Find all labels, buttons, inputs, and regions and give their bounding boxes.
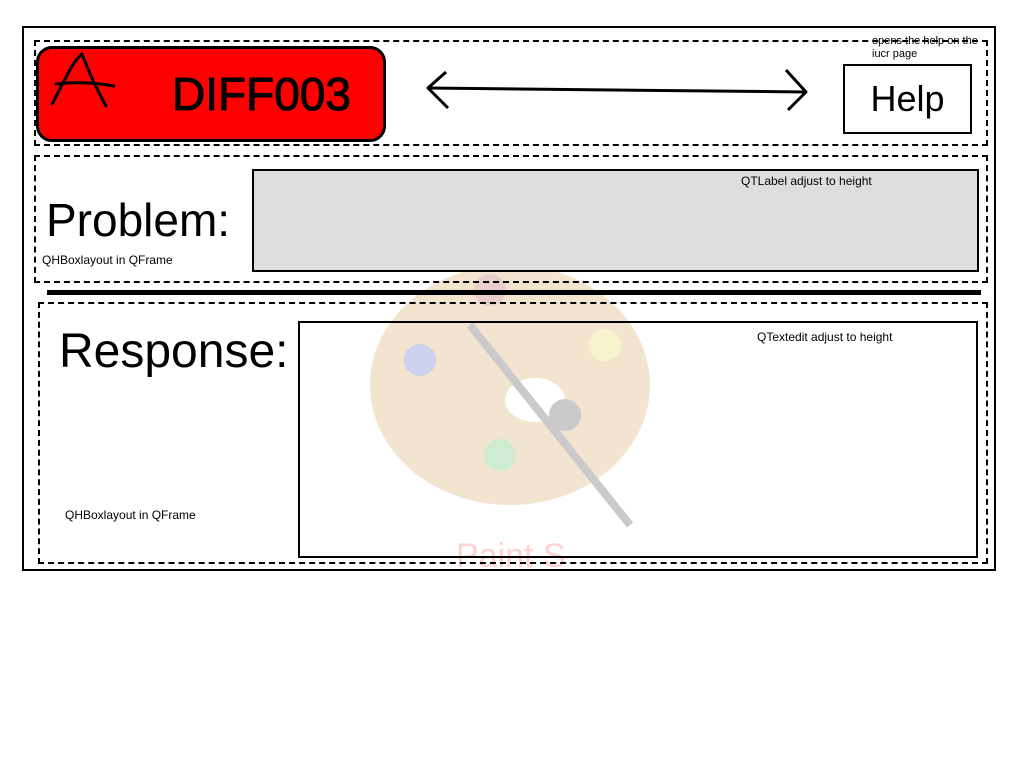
badge-letter-a: A xyxy=(50,51,116,108)
problem-code: DIFF003 xyxy=(172,68,352,121)
response-edit-annotation: QTextedit adjust to height xyxy=(757,330,893,344)
problem-layout-annotation: QHBoxlayout in QFrame xyxy=(42,253,173,267)
response-title: Response: xyxy=(59,325,289,378)
response-text-edit[interactable] xyxy=(298,321,978,558)
problem-label-annotation: QTLabel adjust to height xyxy=(741,174,872,188)
double-arrow-icon xyxy=(426,68,808,112)
response-layout-annotation: QHBoxlayout in QFrame xyxy=(65,508,196,522)
help-button[interactable]: Help xyxy=(843,64,972,134)
problem-title: Problem: xyxy=(46,194,231,246)
section-divider xyxy=(47,290,981,295)
help-annotation: opens the help on the iucr page xyxy=(872,35,978,60)
